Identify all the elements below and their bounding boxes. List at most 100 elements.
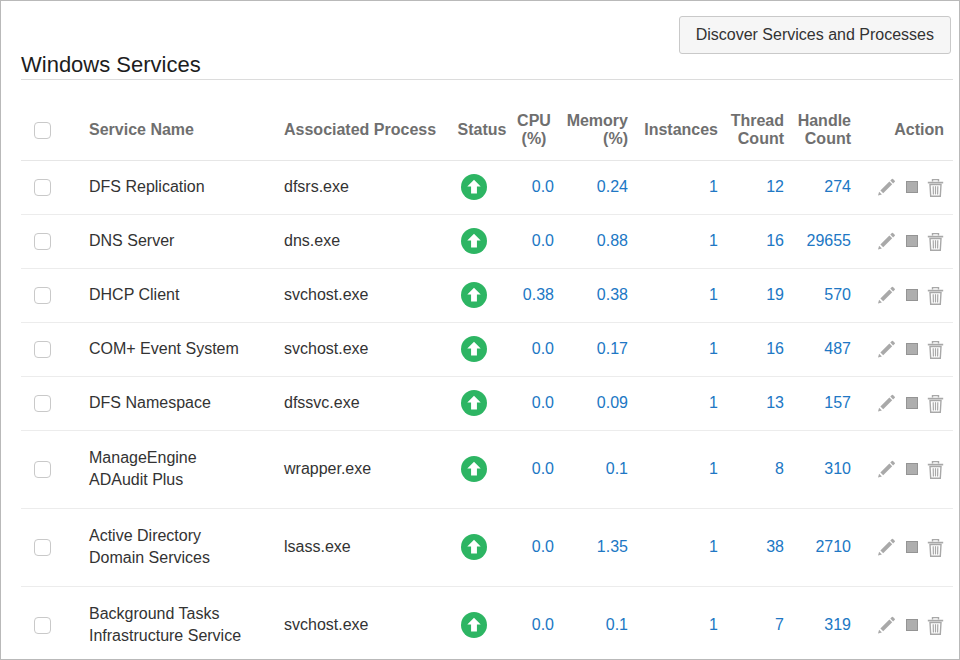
row-checkbox[interactable] [34,617,51,634]
instances-value: 1 [631,376,721,430]
thread-count-value: 13 [721,376,787,430]
delete-icon[interactable] [927,394,944,413]
cpu-value: 0.0 [511,508,557,586]
stop-icon[interactable] [906,619,918,631]
edit-icon[interactable] [877,394,896,412]
associated-process: dfsrs.exe [266,160,453,214]
row-checkbox[interactable] [34,539,51,556]
memory-value: 0.1 [557,586,631,660]
service-name: Active Directory Domain Services [69,508,266,586]
delete-icon[interactable] [927,340,944,359]
cpu-value: 0.0 [511,214,557,268]
thread-count-value: 16 [721,214,787,268]
associated-process: wrapper.exe [266,430,453,508]
col-header-associated-process: Associated Process [266,80,453,160]
cpu-value: 0.0 [511,160,557,214]
row-checkbox[interactable] [34,461,51,478]
col-header-handle-count: Handle Count [787,80,854,160]
delete-icon[interactable] [927,286,944,305]
status-up-icon [453,390,495,416]
cpu-value: 0.0 [511,322,557,376]
col-header-service-name: Service Name [69,80,266,160]
associated-process: dns.exe [266,214,453,268]
table-header-row: Service Name Associated Process Status C… [21,80,953,160]
cpu-value: 0.0 [511,376,557,430]
delete-icon[interactable] [927,460,944,479]
table-row: DFS Replication dfsrs.exe 0.0 0.24 1 12 … [21,160,953,214]
table-body: DFS Replication dfsrs.exe 0.0 0.24 1 12 … [21,160,953,660]
stop-icon[interactable] [906,463,918,475]
stop-icon[interactable] [906,181,918,193]
memory-value: 1.35 [557,508,631,586]
col-header-action: Action [854,80,953,160]
table-row: Background Tasks Infrastructure Service … [21,586,953,660]
associated-process: svchost.exe [266,322,453,376]
delete-icon[interactable] [927,538,944,557]
select-all-checkbox[interactable] [34,122,51,139]
row-checkbox[interactable] [34,233,51,250]
handle-count-value: 570 [787,268,854,322]
status-up-icon [453,336,495,362]
handle-count-value: 319 [787,586,854,660]
edit-icon[interactable] [877,286,896,304]
instances-value: 1 [631,322,721,376]
cpu-value: 0.0 [511,586,557,660]
memory-value: 0.24 [557,160,631,214]
thread-count-value: 8 [721,430,787,508]
edit-icon[interactable] [877,460,896,478]
memory-value: 0.09 [557,376,631,430]
stop-icon[interactable] [906,235,918,247]
table-row: DNS Server dns.exe 0.0 0.88 1 16 29655 [21,214,953,268]
status-up-icon [453,534,495,560]
table-row: COM+ Event System svchost.exe 0.0 0.17 1… [21,322,953,376]
stop-icon[interactable] [906,397,918,409]
memory-value: 0.17 [557,322,631,376]
instances-value: 1 [631,430,721,508]
col-header-memory: Memory (%) [557,80,631,160]
thread-count-value: 7 [721,586,787,660]
cpu-value: 0.0 [511,430,557,508]
col-header-instances: Instances [631,80,721,160]
table-row: ManageEngine ADAudit Plus wrapper.exe 0.… [21,430,953,508]
handle-count-value: 310 [787,430,854,508]
thread-count-value: 19 [721,268,787,322]
status-up-icon [453,456,495,482]
handle-count-value: 29655 [787,214,854,268]
table-row: DFS Namespace dfssvc.exe 0.0 0.09 1 13 1… [21,376,953,430]
table-row: DHCP Client svchost.exe 0.38 0.38 1 19 5… [21,268,953,322]
row-checkbox[interactable] [34,179,51,196]
thread-count-value: 16 [721,322,787,376]
stop-icon[interactable] [906,343,918,355]
row-checkbox[interactable] [34,287,51,304]
stop-icon[interactable] [906,541,918,553]
handle-count-value: 487 [787,322,854,376]
instances-value: 1 [631,508,721,586]
row-checkbox[interactable] [34,341,51,358]
row-checkbox[interactable] [34,395,51,412]
delete-icon[interactable] [927,232,944,251]
status-up-icon [453,282,495,308]
discover-services-button[interactable]: Discover Services and Processes [679,16,951,54]
associated-process: dfssvc.exe [266,376,453,430]
memory-value: 0.1 [557,430,631,508]
edit-icon[interactable] [877,340,896,358]
col-header-cpu: CPU (%) [511,80,557,160]
status-up-icon [453,174,495,200]
instances-value: 1 [631,214,721,268]
edit-icon[interactable] [877,178,896,196]
handle-count-value: 274 [787,160,854,214]
status-up-icon [453,612,495,638]
associated-process: svchost.exe [266,268,453,322]
delete-icon[interactable] [927,178,944,197]
thread-count-value: 38 [721,508,787,586]
stop-icon[interactable] [906,289,918,301]
edit-icon[interactable] [877,616,896,634]
delete-icon[interactable] [927,616,944,635]
edit-icon[interactable] [877,232,896,250]
windows-services-page: Discover Services and Processes Windows … [0,0,960,660]
edit-icon[interactable] [877,538,896,556]
instances-value: 1 [631,160,721,214]
service-name: DNS Server [69,214,266,268]
handle-count-value: 2710 [787,508,854,586]
handle-count-value: 157 [787,376,854,430]
